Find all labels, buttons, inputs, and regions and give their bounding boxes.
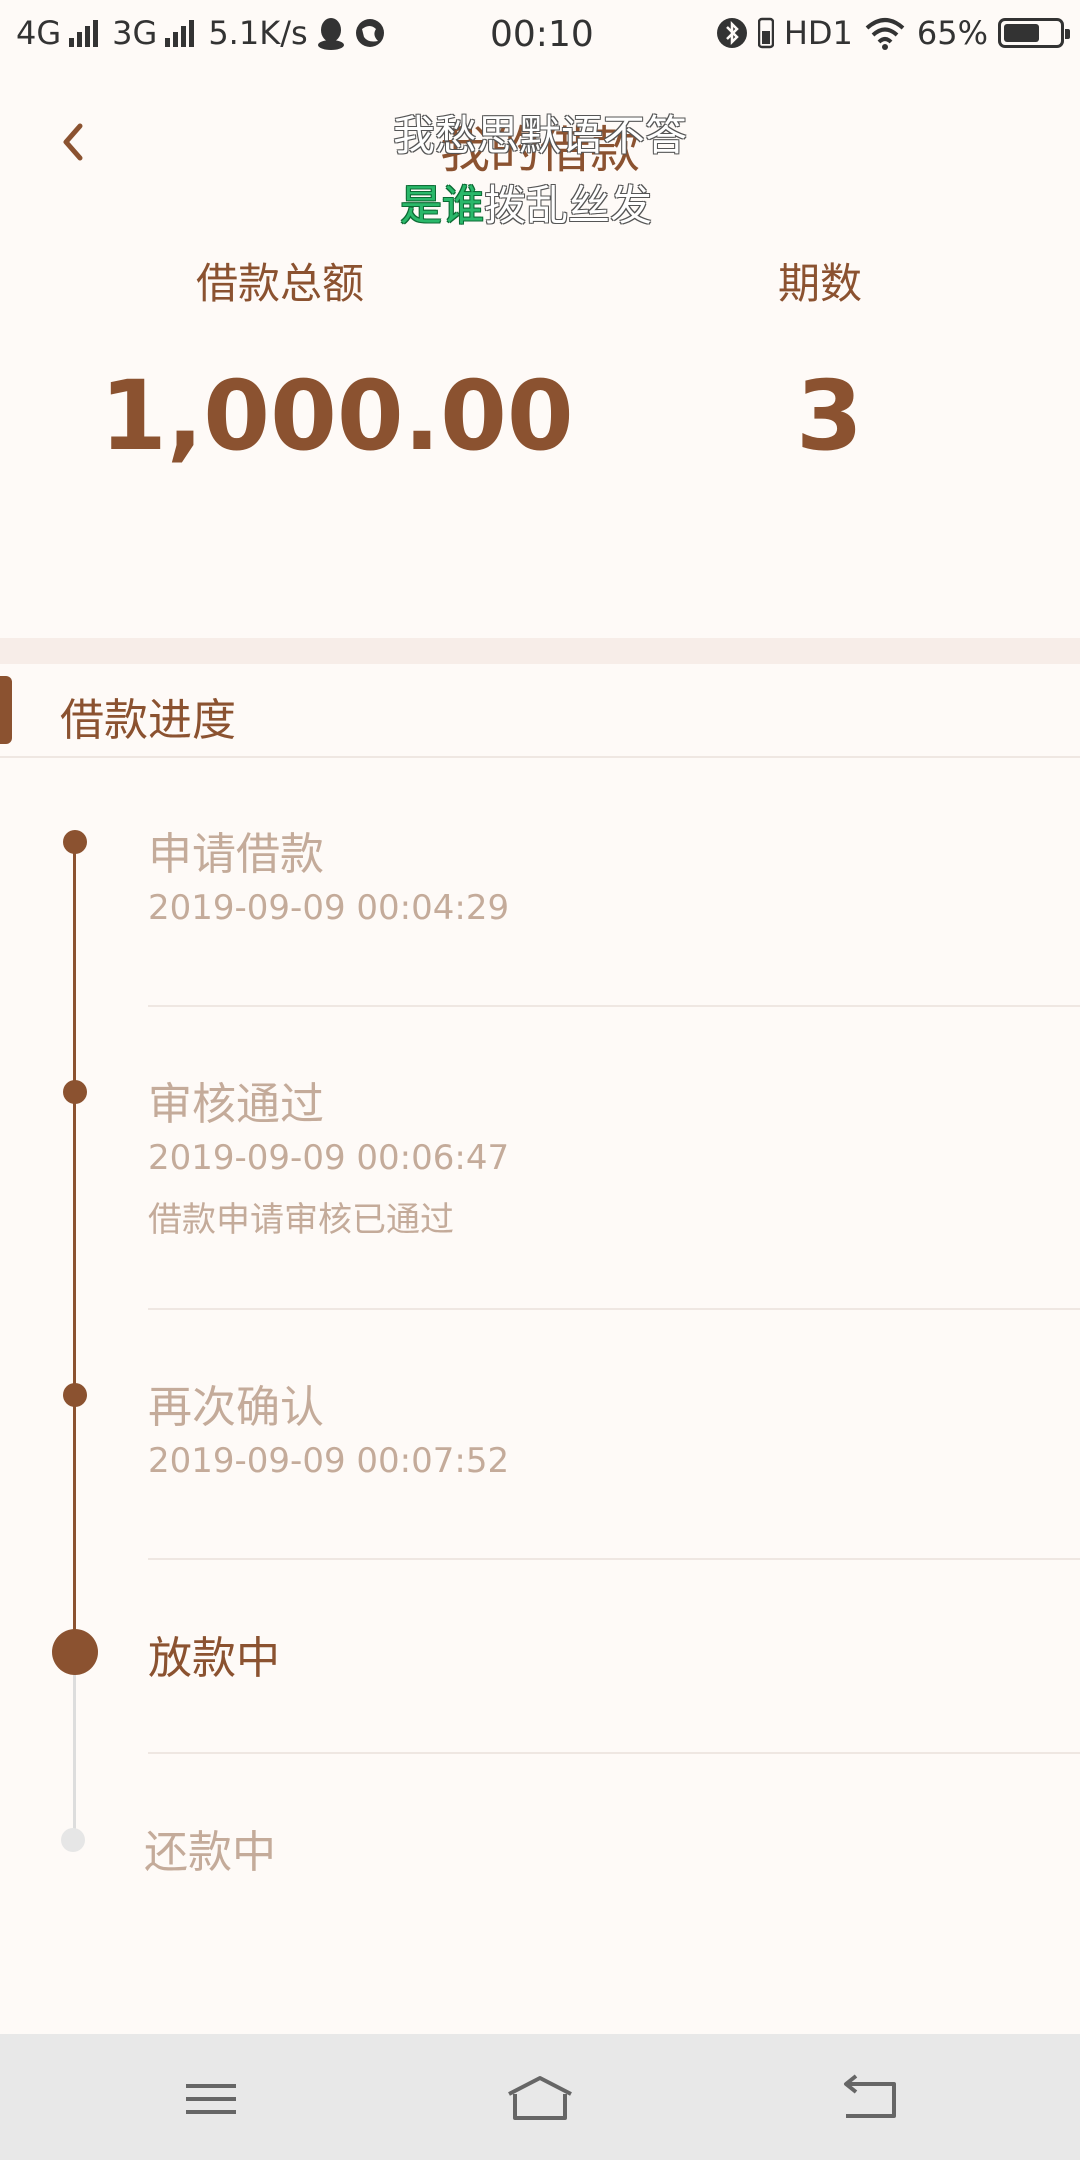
step-note: 借款申请审核已通过 [148,1200,454,1240]
step-time: 2019-09-09 00:04:29 [148,888,510,928]
step-title: 申请借款 [148,829,324,880]
step-time: 2019-09-09 00:07:52 [148,1441,510,1481]
status-right: HD1 65% [716,14,1070,52]
globe-icon [355,19,384,47]
lyric-line-2-rest: 拨乱丝发 [484,181,653,230]
step-time: 2019-09-09 00:06:47 [148,1138,510,1178]
net-speed: 5.1K/s [208,14,308,52]
signal-icon-2 [165,19,195,47]
signal-icon [69,19,99,47]
hd-label: HD1 [783,14,853,52]
lyric-line-2: 是谁拨乱丝发 [400,172,652,233]
step-separator [148,1308,1080,1310]
periods-value: 3 [796,360,863,472]
timeline-dot-done [63,1383,87,1407]
network-3g-label: 3G [112,14,158,52]
status-bar: 4G 3G 5.1K/s 00:10 HD1 65% [0,0,1080,72]
step-title: 审核通过 [148,1079,324,1130]
section-accent-bar [0,676,12,744]
timeline-line-completed [73,842,76,1652]
battery-icon [998,18,1070,48]
timeline-line-pending [73,1652,76,1840]
qq-icon [317,18,344,50]
timeline-dot-done [63,1080,87,1104]
progress-section-header: 借款进度 [0,664,1080,758]
periods-label: 期数 [778,259,863,308]
step-separator [148,1752,1080,1754]
step-separator [148,1558,1080,1560]
timeline-dot-done [63,830,87,854]
battery-fill [1004,24,1039,42]
home-icon[interactable] [505,2072,575,2126]
step-title: 再次确认 [148,1382,324,1433]
status-left: 4G 3G 5.1K/s [16,14,386,52]
lyric-line-1: 我愁思默语不答 [392,111,687,160]
phone-battery-icon [757,17,774,49]
network-4g-label: 4G [16,14,62,52]
return-icon[interactable] [834,2072,904,2126]
section-divider [0,638,1080,664]
total-amount-label: 借款总额 [196,259,365,308]
step-title-pending: 还款中 [144,1827,276,1878]
step-title-current: 放款中 [148,1633,280,1684]
lyric-line-2-sung: 是谁 [400,181,485,230]
total-amount-value: 1,000.00 [100,360,574,472]
timeline-dot-pending [61,1828,85,1852]
bluetooth-icon [716,18,747,48]
clock: 00:10 [490,14,594,55]
system-nav-bar [0,2034,1080,2160]
battery-percent: 65% [916,14,988,52]
step-separator [148,1005,1080,1007]
wifi-icon [865,18,905,50]
timeline-dot-current [52,1629,98,1675]
menu-icon[interactable] [176,2072,246,2126]
progress-title: 借款进度 [60,695,236,746]
